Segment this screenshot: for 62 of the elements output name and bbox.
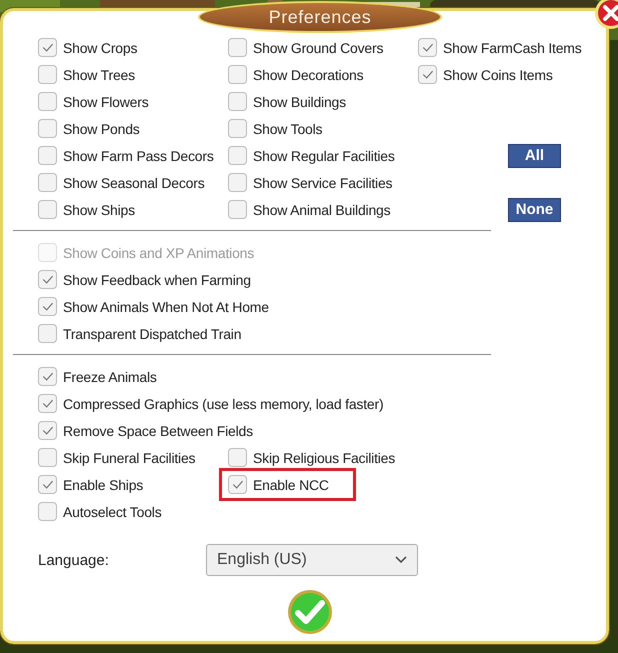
option-label: Show Regular Facilities — [253, 148, 395, 164]
option-label: Show Feedback when Farming — [63, 272, 251, 288]
option-label: Show Animals When Not At Home — [63, 298, 269, 314]
checkbox[interactable] — [38, 367, 57, 386]
select-none-button[interactable]: None — [508, 198, 561, 222]
checkbox[interactable] — [418, 65, 437, 84]
option-label: Enable NCC — [253, 476, 329, 492]
option-label: Transparent Dispatched Train — [63, 326, 242, 342]
option-label: Show Trees — [63, 66, 135, 82]
option-label: Skip Funeral Facilities — [63, 450, 196, 466]
checkbox[interactable] — [38, 65, 57, 84]
option-label: Show Tools — [253, 120, 322, 136]
option-label: Autoselect Tools — [63, 504, 162, 520]
checkbox[interactable] — [38, 475, 57, 494]
checkbox[interactable] — [228, 38, 247, 57]
option-label: Show Coins and XP Animations — [63, 244, 254, 260]
checkbox[interactable] — [38, 324, 57, 343]
checkbox[interactable] — [38, 173, 57, 192]
option-label: Show Flowers — [63, 94, 149, 110]
option-label: Show Animal Buildings — [253, 202, 390, 218]
option-label: Show Decorations — [253, 66, 364, 82]
checkbox[interactable] — [38, 502, 57, 521]
option-label: Show Ground Covers — [253, 40, 384, 56]
checkbox[interactable] — [38, 38, 57, 57]
checkbox[interactable] — [228, 448, 247, 467]
checkbox[interactable] — [228, 92, 247, 111]
dialog-title: Preferences — [268, 6, 372, 28]
option-label: Freeze Animals — [63, 368, 157, 384]
checkbox[interactable] — [38, 448, 57, 467]
checkbox[interactable] — [228, 173, 247, 192]
option-label: Show Crops — [63, 40, 138, 56]
checkbox[interactable] — [228, 146, 247, 165]
option-label: Show Service Facilities — [253, 174, 392, 190]
option-label: Skip Religious Facilities — [253, 450, 396, 466]
checkbox[interactable] — [418, 38, 437, 57]
option-label: Enable Ships — [63, 476, 144, 492]
option-label: Show Coins Items — [443, 66, 553, 82]
option-label: Show Farm Pass Decors — [63, 148, 214, 164]
confirm-button[interactable] — [287, 589, 333, 635]
checkbox[interactable] — [38, 394, 57, 413]
caret-icon — [395, 556, 407, 564]
option-label: Show Seasonal Decors — [63, 174, 205, 190]
checkbox[interactable] — [38, 421, 57, 440]
option-label: Show Ships — [63, 202, 135, 218]
checkbox[interactable] — [38, 297, 57, 316]
checkbox[interactable] — [228, 475, 247, 494]
checkbox[interactable] — [228, 65, 247, 84]
option-label: Show FarmCash Items — [443, 40, 582, 56]
language-dropdown[interactable]: English (US) — [206, 544, 418, 576]
checkbox[interactable] — [38, 270, 57, 289]
checkbox[interactable] — [228, 119, 247, 138]
checkbox[interactable] — [38, 92, 57, 111]
option-label: Show Ponds — [63, 120, 140, 136]
option-label: Compressed Graphics (use less memory, load faster) — [63, 396, 384, 412]
checkbox[interactable] — [38, 200, 57, 219]
checkbox[interactable] — [228, 200, 247, 219]
checkbox[interactable] — [38, 119, 57, 138]
checkbox[interactable] — [38, 146, 57, 165]
option-label: Show Buildings — [253, 94, 346, 110]
select-all-button[interactable]: All — [508, 144, 561, 168]
option-label: Remove Space Between Fields — [63, 422, 253, 438]
language-label: Language: — [38, 552, 110, 568]
